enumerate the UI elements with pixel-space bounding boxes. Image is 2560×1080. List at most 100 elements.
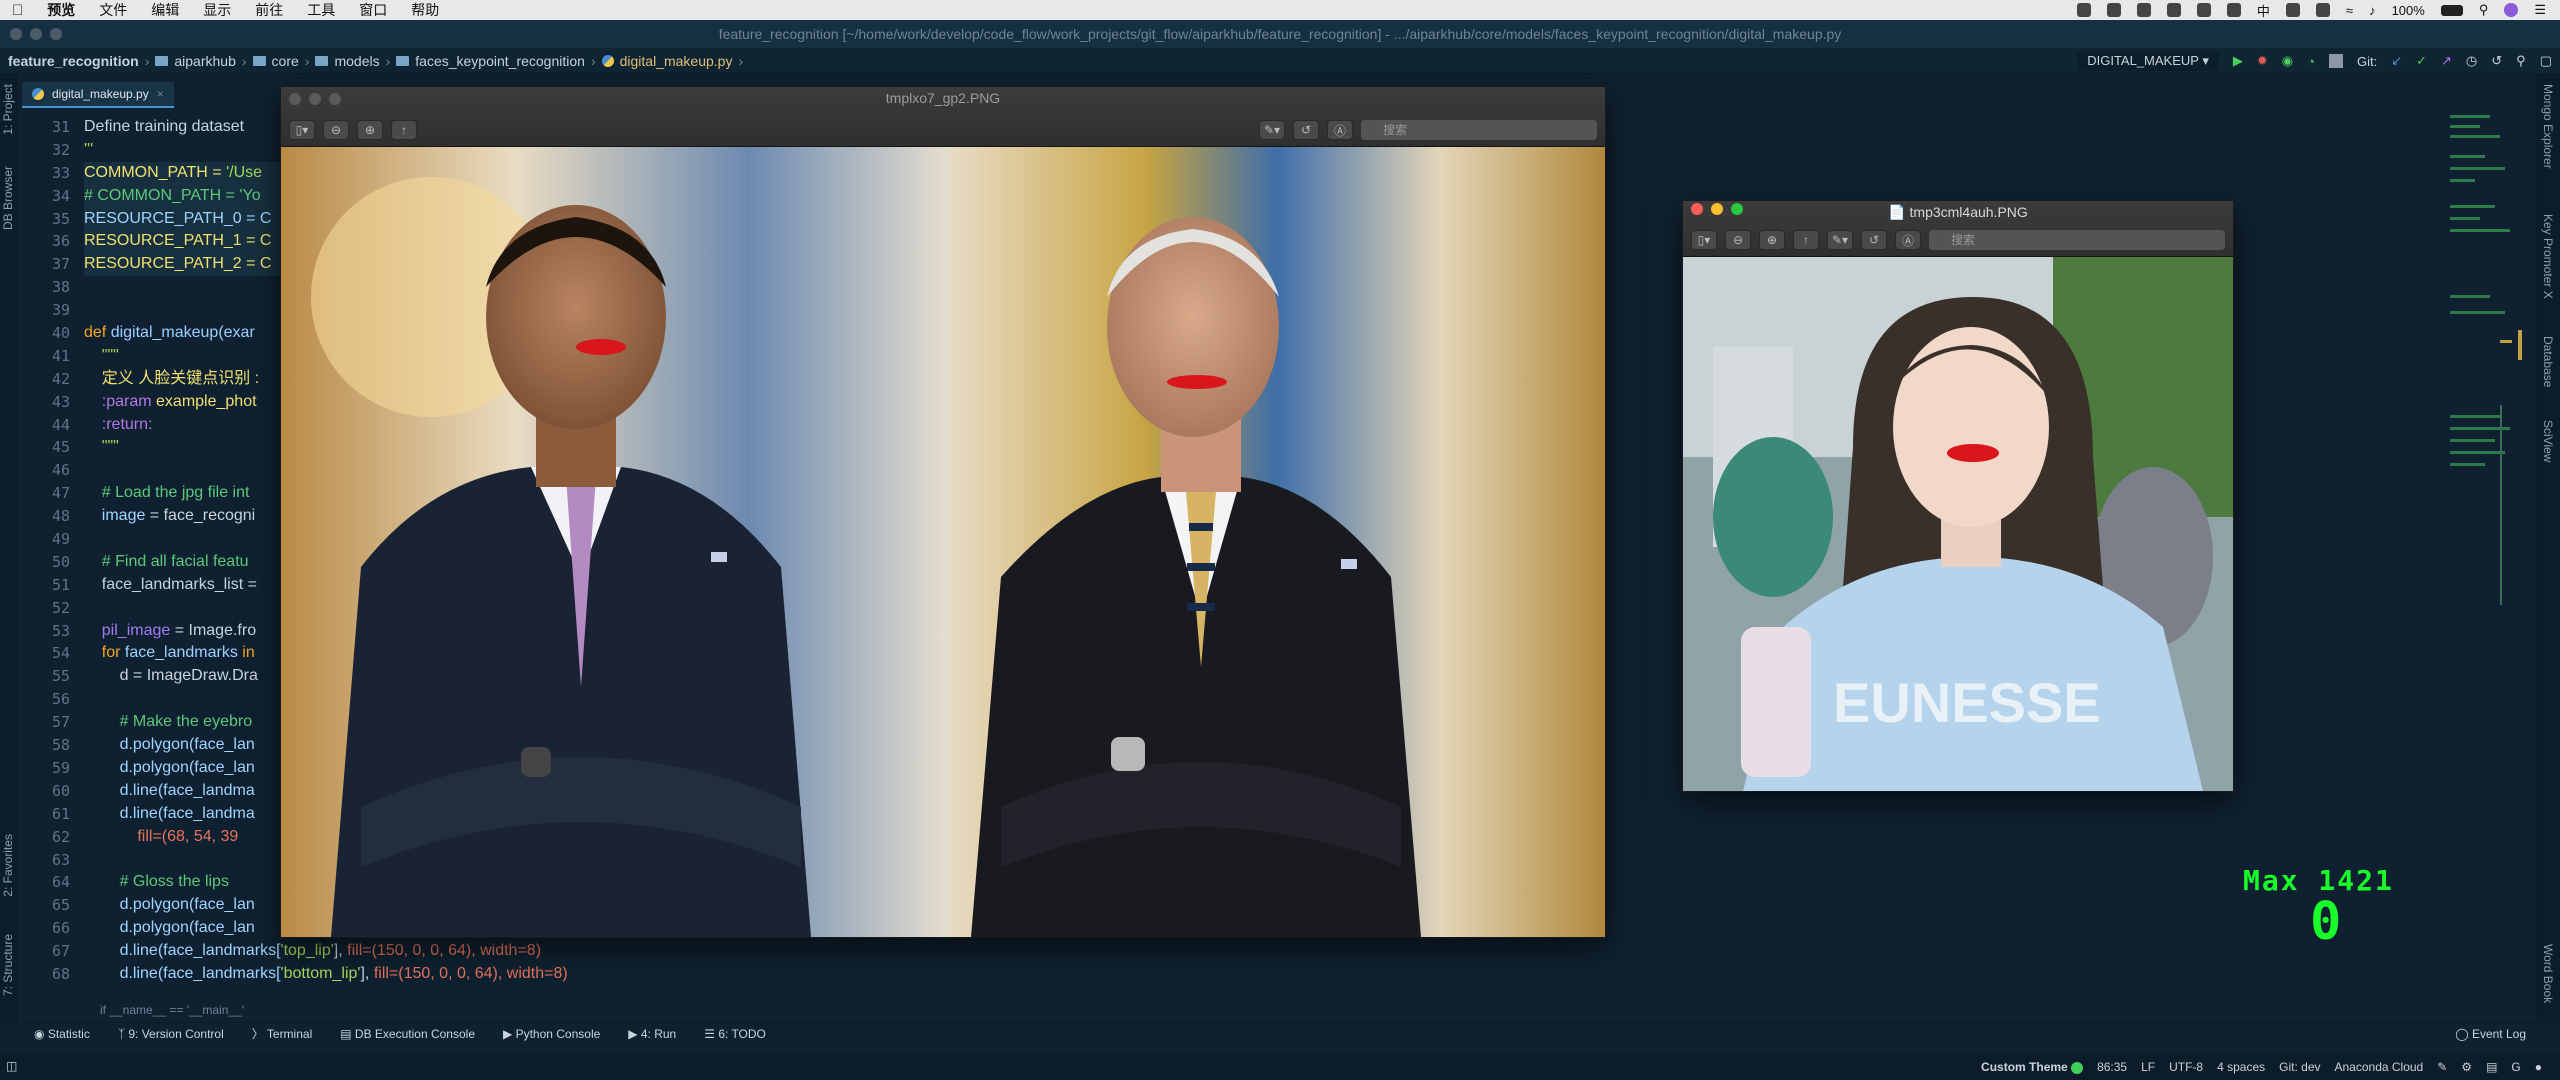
share-icon[interactable]: ↑ <box>1793 230 1819 250</box>
structure-tool-tab[interactable]: 7: Structure <box>1 934 15 996</box>
rotate-icon[interactable]: ↺ <box>1861 230 1887 250</box>
git-push-icon[interactable]: ↗ <box>2441 53 2452 69</box>
cursor-position[interactable]: 86:35 <box>2097 1060 2127 1074</box>
wifi-icon[interactable]: ≈ <box>2346 3 2353 18</box>
git-update-icon[interactable]: ↙ <box>2391 53 2402 69</box>
input-method-icon[interactable]: 中 <box>2257 1 2270 20</box>
file-encoding[interactable]: UTF-8 <box>2169 1060 2203 1074</box>
edit-lock-icon[interactable]: ✎ <box>2437 1060 2447 1074</box>
battery-icon[interactable] <box>2440 4 2463 16</box>
database-tab[interactable]: Database <box>2541 336 2555 387</box>
close-tab-icon[interactable]: × <box>157 87 164 101</box>
word-book-tab[interactable]: Word Book <box>2541 944 2555 1003</box>
tab-python-console[interactable]: ▶ Python Console <box>503 1027 600 1041</box>
cloud-icon[interactable] <box>2196 3 2211 17</box>
project-tool-tab[interactable]: 1: Project <box>1 84 15 135</box>
db-browser-tool-tab[interactable]: DB Browser <box>1 166 15 230</box>
zoom-in-icon[interactable]: ⊕ <box>1759 230 1785 250</box>
tab-run[interactable]: ▶ 4: Run <box>628 1027 676 1041</box>
mongo-explorer-tab[interactable]: Mongo Explorer <box>2541 84 2555 169</box>
sync-icon[interactable] <box>2136 3 2151 17</box>
rotate-icon[interactable]: ↺ <box>1293 120 1319 140</box>
code-token: '/Use <box>226 163 263 181</box>
markup-pen-icon[interactable]: ✎▾ <box>1259 120 1285 140</box>
volume-icon[interactable]: ♪ <box>2369 3 2376 18</box>
sidebar-toggle-icon[interactable]: ▯▾ <box>289 120 315 140</box>
git-branch[interactable]: Git: dev <box>2279 1060 2320 1074</box>
menu-view[interactable]: 显示 <box>191 0 243 20</box>
breadcrumb-project[interactable]: feature_recognition <box>8 53 139 69</box>
preview-search-input[interactable]: 搜索 <box>1929 230 2225 250</box>
tab-version-control[interactable]: ᛉ 9: Version Control <box>118 1027 224 1041</box>
zoom-out-icon[interactable]: ⊖ <box>1725 230 1751 250</box>
debug-icon[interactable]: ✹ <box>2257 53 2268 69</box>
line-ending[interactable]: LF <box>2141 1060 2155 1074</box>
zoom-out-icon[interactable]: ⊖ <box>323 120 349 140</box>
menu-preview[interactable]: 预览 <box>35 0 87 20</box>
markup-toolbar-icon[interactable]: Ⓐ <box>1895 230 1921 250</box>
git-commit-icon[interactable]: ✓ <box>2416 53 2427 69</box>
breadcrumb-faces-keypoint[interactable]: faces_keypoint_recognition <box>415 53 585 69</box>
search-everywhere-icon[interactable]: ⚲ <box>2516 53 2526 69</box>
zoom-in-icon[interactable]: ⊕ <box>357 120 383 140</box>
minimize-window-icon[interactable] <box>30 28 42 40</box>
favorites-tool-tab[interactable]: 2: Favorites <box>1 834 15 897</box>
tab-db-execution-console[interactable]: ▤ DB Execution Console <box>340 1027 475 1041</box>
siri-icon[interactable] <box>2504 3 2519 17</box>
theme-indicator[interactable]: Custom Theme <box>1981 1060 2084 1074</box>
git-icon[interactable]: G <box>2511 1060 2520 1074</box>
breadcrumb-core[interactable]: core <box>272 53 299 69</box>
profile-icon[interactable]: ◔ <box>2307 54 2315 69</box>
breadcrumb-models[interactable]: models <box>334 53 379 69</box>
search-icon[interactable]: ⚲ <box>2479 2 2489 18</box>
notification-center-icon[interactable]: ☰ <box>2534 2 2546 18</box>
tab-todo[interactable]: ☰ 6: TODO <box>704 1027 766 1041</box>
bluetooth-icon[interactable] <box>2315 3 2330 17</box>
lock-icon[interactable] <box>2076 3 2091 17</box>
status-toggle-icon[interactable]: ◫ <box>6 1059 17 1073</box>
menu-edit[interactable]: 编辑 <box>139 0 191 20</box>
menu-window[interactable]: 窗口 <box>347 0 399 20</box>
preview-window-obama-biden[interactable]: tmplxo7_gp2.PNG ▯▾ ⊖ ⊕ ↑ ✎▾ ↺ Ⓐ 搜索 <box>280 86 1606 938</box>
notifications-icon[interactable]: ● <box>2535 1060 2542 1074</box>
markup-pen-icon[interactable]: ✎▾ <box>1827 230 1853 250</box>
share-icon[interactable]: ↑ <box>391 120 417 140</box>
revert-icon[interactable]: ↺ <box>2491 53 2502 69</box>
fullscreen-window-icon[interactable] <box>50 28 62 40</box>
anaconda-cloud[interactable]: Anaconda Cloud <box>2335 1060 2424 1074</box>
inspection-icon[interactable]: ⚙ <box>2461 1060 2472 1074</box>
stop-icon[interactable] <box>2328 54 2343 68</box>
run-icon[interactable]: ▶ <box>2233 53 2243 69</box>
tab-terminal[interactable]: 〉 Terminal <box>252 1025 312 1042</box>
user-icon[interactable] <box>2106 3 2121 17</box>
indent-setting[interactable]: 4 spaces <box>2217 1060 2265 1074</box>
memory-icon[interactable]: ▤ <box>2486 1060 2497 1074</box>
apple-icon[interactable]:  <box>0 2 35 19</box>
breadcrumb-aiparkhub[interactable]: aiparkhub <box>174 53 236 69</box>
code-line[interactable]: d.line(face_landmarks['top_lip'], fill=(… <box>84 940 1584 963</box>
markup-toolbar-icon[interactable]: Ⓐ <box>1327 120 1353 140</box>
menu-go[interactable]: 前往 <box>243 0 295 20</box>
key-promoter-tab[interactable]: Key Promoter X <box>2541 214 2555 299</box>
sidebar-toggle-icon[interactable]: ▯▾ <box>1691 230 1717 250</box>
preview-window-portrait[interactable]: 📄 tmp3cml4auh.PNG ▯▾ ⊖ ⊕ ↑ ✎▾ ↺ Ⓐ 搜索 EUN… <box>1682 200 2234 792</box>
code-minimap[interactable] <box>2440 115 2532 895</box>
preview-search-input[interactable]: 搜索 <box>1361 120 1597 140</box>
tab-statistic[interactable]: ◉ Statistic <box>34 1027 90 1041</box>
event-log-button[interactable]: ◯ Event Log <box>2455 1027 2526 1041</box>
history-icon[interactable]: ◷ <box>2466 53 2477 69</box>
breadcrumb-file[interactable]: digital_makeup.py <box>620 53 733 69</box>
code-line[interactable]: d.line(face_landmarks['bottom_lip'], fil… <box>84 963 1584 986</box>
editor-tab[interactable]: digital_makeup.py × <box>22 82 174 108</box>
clock-icon[interactable] <box>2285 3 2300 17</box>
close-window-icon[interactable] <box>10 28 22 40</box>
menu-file[interactable]: 文件 <box>87 0 139 20</box>
layout-icon[interactable]: ▢ <box>2540 53 2552 69</box>
menu-help[interactable]: 帮助 <box>399 0 451 20</box>
menu-tools[interactable]: 工具 <box>295 0 347 20</box>
run-config-select[interactable]: DIGITAL_MAKEUP ▾ <box>2077 51 2219 71</box>
send-icon[interactable] <box>2226 3 2241 17</box>
sciview-tab[interactable]: SciView <box>2541 420 2555 462</box>
coverage-icon[interactable]: ◉ <box>2282 53 2293 69</box>
messages-icon[interactable] <box>2166 3 2181 17</box>
